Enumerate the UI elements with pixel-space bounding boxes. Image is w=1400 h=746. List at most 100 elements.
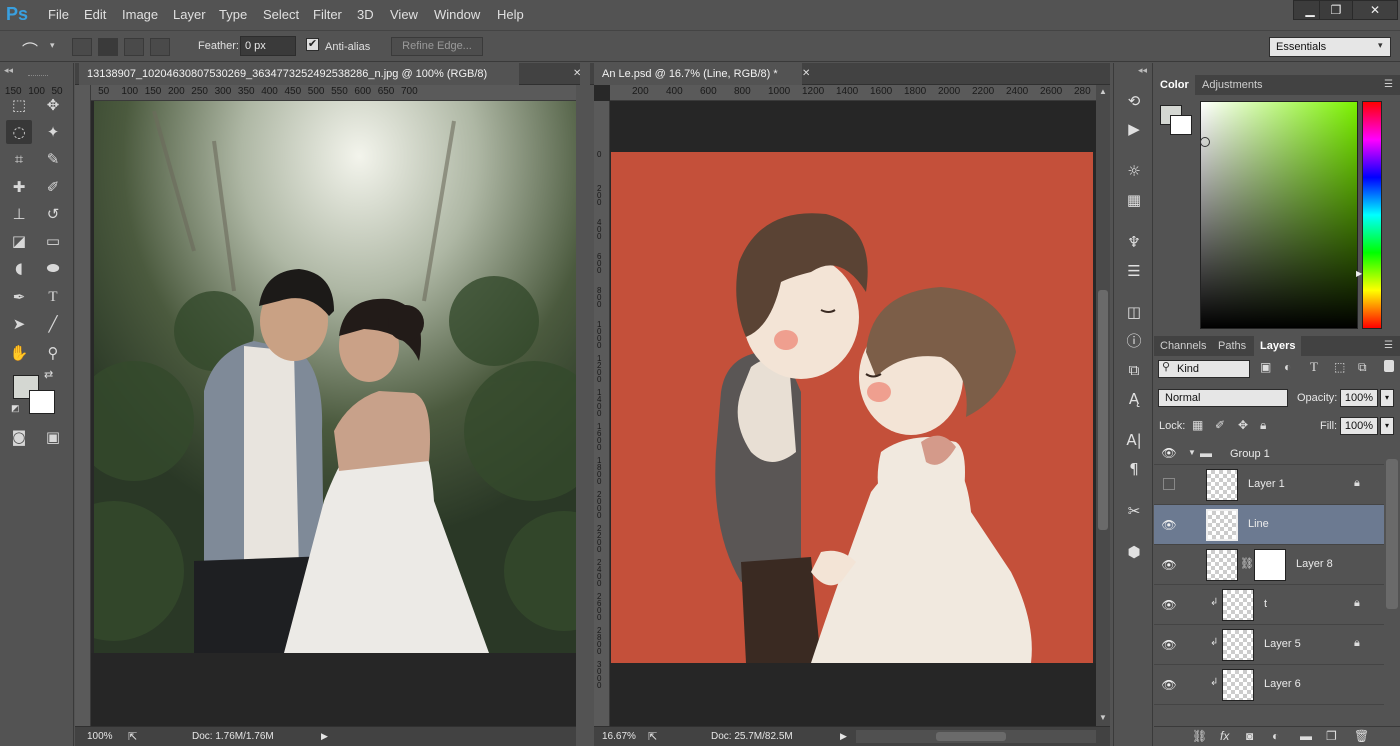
workspace-select[interactable]: Essentials (1269, 37, 1391, 57)
color-picker-ring[interactable] (1200, 137, 1210, 147)
gradient-tool-icon[interactable]: ▭ (40, 229, 66, 253)
layers-panel-menu-icon[interactable]: ☰ (1384, 340, 1393, 351)
tab-color[interactable]: Color (1154, 75, 1195, 95)
swap-colors-icon[interactable]: ⇄ (44, 368, 53, 381)
swatches-panel-icon[interactable]: ▦ (1122, 189, 1146, 211)
layer-group-row[interactable]: 👁︎ ▼ ▬ Group 1 (1154, 443, 1384, 465)
screen-mode-icon[interactable]: ▣ (40, 425, 66, 449)
scroll-up-icon[interactable]: ▲ (1099, 87, 1107, 96)
delete-layer-icon[interactable]: 🗑︎ (1354, 729, 1369, 743)
doc2-zoom[interactable]: 16.67% (602, 731, 636, 742)
eye-icon[interactable]: 👁︎ (1161, 638, 1177, 652)
line-tool-icon[interactable]: ╱ (40, 312, 66, 336)
menu-window[interactable]: Window (434, 7, 480, 22)
layer-row[interactable]: 👁︎ ⛓ Layer 8 (1154, 545, 1384, 585)
new-selection-button[interactable] (72, 38, 92, 56)
eraser-tool-icon[interactable]: ◪ (6, 229, 32, 253)
group-expand-icon[interactable]: ▼ (1188, 448, 1196, 457)
lock-position-icon[interactable]: ✥ (1238, 418, 1248, 432)
blur-tool-icon[interactable]: ◖ (6, 256, 32, 280)
eye-icon[interactable]: 👁︎ (1161, 678, 1177, 692)
menu-image[interactable]: Image (122, 7, 158, 22)
lock-image-icon[interactable]: ✐ (1215, 418, 1225, 432)
eyedropper-tool-icon[interactable]: ✎ (40, 147, 66, 171)
quick-mask-icon[interactable]: ◙ (6, 425, 32, 449)
doc2-horizontal-scrollbar[interactable] (856, 730, 1096, 743)
brush-panel-icon[interactable]: ♆ (1122, 231, 1146, 253)
group-name[interactable]: Group 1 (1230, 448, 1270, 460)
layer-row[interactable]: 👁︎ ↲ Layer 5 🔒︎ (1154, 625, 1384, 665)
hue-slider[interactable] (1362, 101, 1382, 329)
paragraph-panel-icon[interactable]: ¶ (1122, 458, 1146, 480)
actions-panel-icon[interactable]: ▶ (1122, 118, 1146, 140)
menu-file[interactable]: File (48, 7, 69, 22)
3d-panel-icon[interactable]: ⬢ (1122, 541, 1146, 563)
filter-shape-icon[interactable]: ⬚ (1334, 360, 1345, 374)
layer-row[interactable]: 👁︎ ↲ Layer 6 (1154, 665, 1384, 705)
menu-filter[interactable]: Filter (313, 7, 342, 22)
close-button[interactable]: ✕ (1352, 0, 1398, 20)
add-mask-icon[interactable]: ◙ (1246, 729, 1253, 743)
history-panel-icon[interactable]: ⟲ (1122, 90, 1146, 112)
doc2-export-icon[interactable]: ⇱ (648, 730, 657, 743)
link-layers-icon[interactable]: ⛓ (1192, 729, 1207, 743)
layer-name[interactable]: t (1264, 598, 1267, 610)
layers-scrollbar-thumb[interactable] (1386, 459, 1398, 609)
eye-icon[interactable]: 👁︎ (1161, 446, 1177, 460)
subtract-from-selection-button[interactable] (124, 38, 144, 56)
chevron-down-icon[interactable]: ▾ (50, 40, 55, 51)
zoom-tool-icon[interactable]: ⚲ (40, 341, 66, 365)
lasso-tool-icon[interactable]: ◌ (6, 120, 32, 144)
character-styles-icon[interactable]: Ą (1122, 388, 1146, 410)
lock-transparent-icon[interactable]: ▦ (1192, 418, 1203, 432)
eye-icon[interactable]: 👁︎ (1161, 518, 1177, 532)
layer-row[interactable]: 👁︎ ↲ t 🔒︎ (1154, 585, 1384, 625)
styles-panel-icon[interactable]: ◫ (1122, 301, 1146, 323)
eye-icon[interactable]: 👁︎ (1161, 558, 1177, 572)
layer-mask-thumbnail[interactable] (1254, 549, 1286, 581)
brush-tool-icon[interactable]: ✐ (40, 175, 66, 199)
hue-slider-handle-icon[interactable]: ▶ (1356, 269, 1362, 278)
filter-pixel-icon[interactable]: ▣ (1260, 360, 1271, 374)
doc1-status-menu-icon[interactable]: ▶ (321, 731, 328, 742)
info-panel-icon[interactable]: ⓘ (1122, 330, 1146, 352)
doc2-status-menu-icon[interactable]: ▶ (840, 731, 847, 742)
type-tool-icon[interactable]: T (40, 285, 66, 309)
doc2-close-icon[interactable]: ✕ (802, 68, 810, 79)
filter-adjustment-icon[interactable]: ◐ (1284, 360, 1291, 374)
doc1-close-icon[interactable]: ✕ (573, 68, 581, 79)
color-saturation-field[interactable] (1200, 101, 1358, 329)
dock-collapse-icon[interactable]: ◂◂ (1138, 65, 1147, 76)
healing-brush-tool-icon[interactable]: ✚ (6, 175, 32, 199)
blend-mode-select[interactable]: Normal (1158, 389, 1288, 407)
lasso-preset-icon[interactable]: ⌒ (22, 37, 38, 61)
layer-name[interactable]: Line (1248, 518, 1269, 530)
navigator-panel-icon[interactable]: ☼ (1122, 160, 1146, 182)
feather-input[interactable]: 0 px (240, 36, 296, 56)
mask-link-icon[interactable]: ⛓ (1240, 557, 1254, 570)
tab-paths[interactable]: Paths (1212, 336, 1252, 356)
scroll-down-icon[interactable]: ▼ (1099, 713, 1107, 722)
dodge-tool-icon[interactable]: ⬬ (40, 256, 66, 280)
history-brush-tool-icon[interactable]: ↺ (40, 202, 66, 226)
magic-wand-tool-icon[interactable]: ✦ (40, 120, 66, 144)
doc2-hscroll-thumb[interactable] (936, 732, 1006, 741)
tab-layers[interactable]: Layers (1254, 336, 1302, 356)
adjustment-layer-icon[interactable]: ◐ (1272, 729, 1279, 743)
tab-channels[interactable]: Channels (1154, 336, 1212, 356)
filter-type-icon[interactable]: T (1310, 359, 1318, 375)
layer-row[interactable]: Layer 1 🔒︎ (1154, 465, 1384, 505)
layer-row[interactable]: 👁︎ Line (1154, 505, 1384, 545)
character-panel-icon[interactable]: A| (1122, 429, 1146, 451)
filter-smart-object-icon[interactable]: ⧉ (1358, 360, 1367, 375)
add-to-selection-button[interactable] (98, 38, 118, 56)
hand-tool-icon[interactable]: ✋ (6, 341, 32, 365)
clone-source-icon[interactable]: ⧉ (1122, 359, 1146, 381)
menu-edit[interactable]: Edit (84, 7, 106, 22)
doc1-tab[interactable]: 13138907_10204630807530269_3634773252492… (79, 63, 519, 85)
refine-edge-button[interactable]: Refine Edge... (391, 37, 483, 56)
doc1-zoom[interactable]: 100% (87, 731, 113, 742)
eye-icon[interactable]: 👁︎ (1161, 598, 1177, 612)
tool-presets-icon[interactable]: ✂ (1122, 500, 1146, 522)
color-bg-swatch[interactable] (1170, 115, 1192, 135)
